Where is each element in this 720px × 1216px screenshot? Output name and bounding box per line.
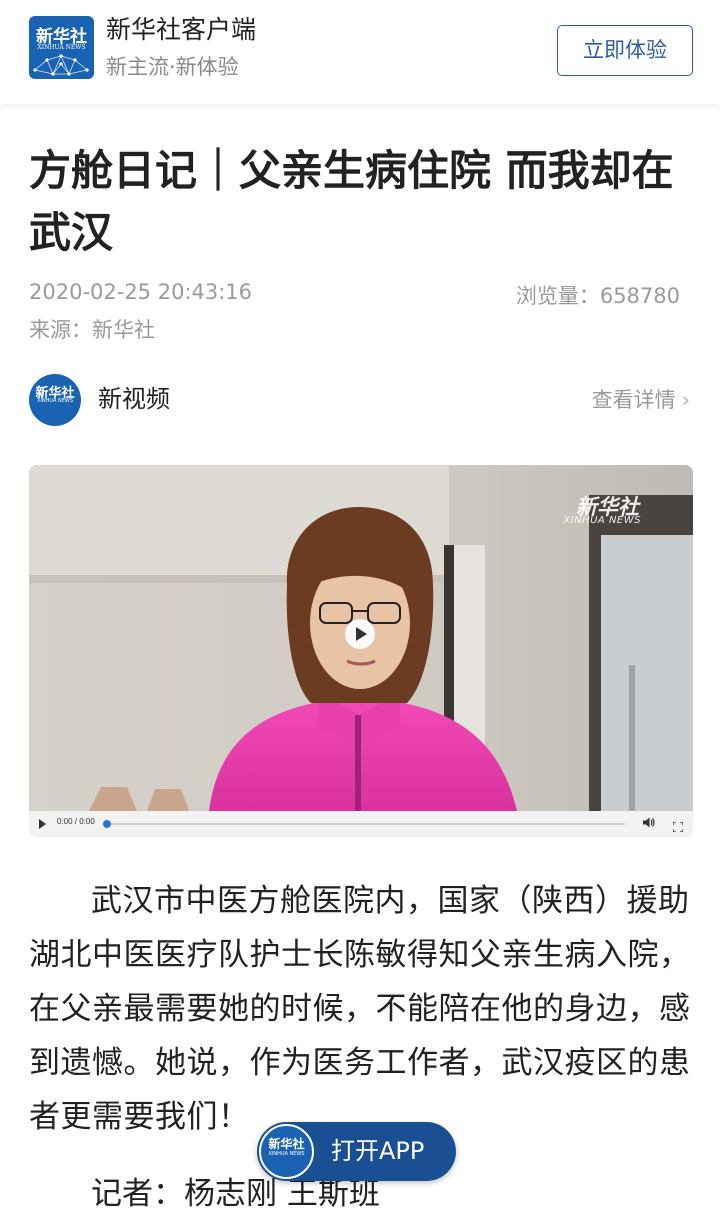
- app-slogan: 新主流·新体验: [106, 55, 239, 79]
- channel-avatar[interactable]: 新华社 XINHUA NEWS: [29, 374, 81, 426]
- open-app-button[interactable]: 新华社 XINHUA NEWS 打开APP: [257, 1122, 456, 1181]
- view-details-label: 查看详情: [591, 388, 676, 412]
- video-controls: 0:00 / 0:00: [29, 811, 693, 837]
- view-details-link[interactable]: 查看详情 ›: [592, 384, 690, 416]
- article-source: 来源：新华社: [29, 318, 155, 342]
- article-paragraph: 武汉市中医方舱医院内，国家（陕西）援助湖北中医医疗队护士长陈敏得知父亲生病入院，…: [29, 883, 691, 1135]
- open-app-logo-text: 新华社: [268, 1137, 305, 1151]
- progress-handle[interactable]: [103, 820, 111, 828]
- open-app-label: 打开APP: [331, 1137, 425, 1165]
- open-app-logo-subtext: XINHUA NEWS: [268, 1151, 305, 1157]
- progress-track[interactable]: [105, 823, 625, 825]
- publish-date: 2020-02-25 20:43:16: [29, 280, 253, 304]
- xinhua-logo-icon: 新华社 XINHUA NEWS: [29, 16, 94, 79]
- volume-icon[interactable]: [643, 817, 655, 831]
- logo-network-graphic: [33, 54, 89, 76]
- page: 新华社 XINHUA NEWS 新华社客户端 新主流·新体验 立即体验 方舱日记…: [0, 0, 720, 1216]
- app-name: 新华社客户端: [106, 15, 257, 44]
- play-button[interactable]: [39, 819, 46, 829]
- app-banner: 新华社 XINHUA NEWS 新华社客户端 新主流·新体验 立即体验: [0, 0, 720, 104]
- article-title: 方舱日记｜父亲生病住院 而我却在武汉: [29, 146, 674, 257]
- try-now-button[interactable]: 立即体验: [557, 25, 693, 76]
- video-player[interactable]: 新华社 XINHUA NEWS 0:00 / 0:00: [29, 465, 693, 837]
- avatar-subtext: XINHUA NEWS: [36, 398, 74, 404]
- view-count: 浏览量：658780: [515, 284, 680, 308]
- channel-name[interactable]: 新视频: [98, 382, 170, 416]
- video-watermark-sub: XINHUA NEWS: [563, 515, 641, 526]
- video-time: 0:00 / 0:00: [57, 817, 95, 826]
- fullscreen-icon[interactable]: [672, 817, 684, 833]
- xinhua-logo-icon: 新华社 XINHUA NEWS: [259, 1124, 314, 1179]
- play-icon[interactable]: [345, 619, 375, 649]
- chevron-right-icon: ›: [681, 388, 690, 412]
